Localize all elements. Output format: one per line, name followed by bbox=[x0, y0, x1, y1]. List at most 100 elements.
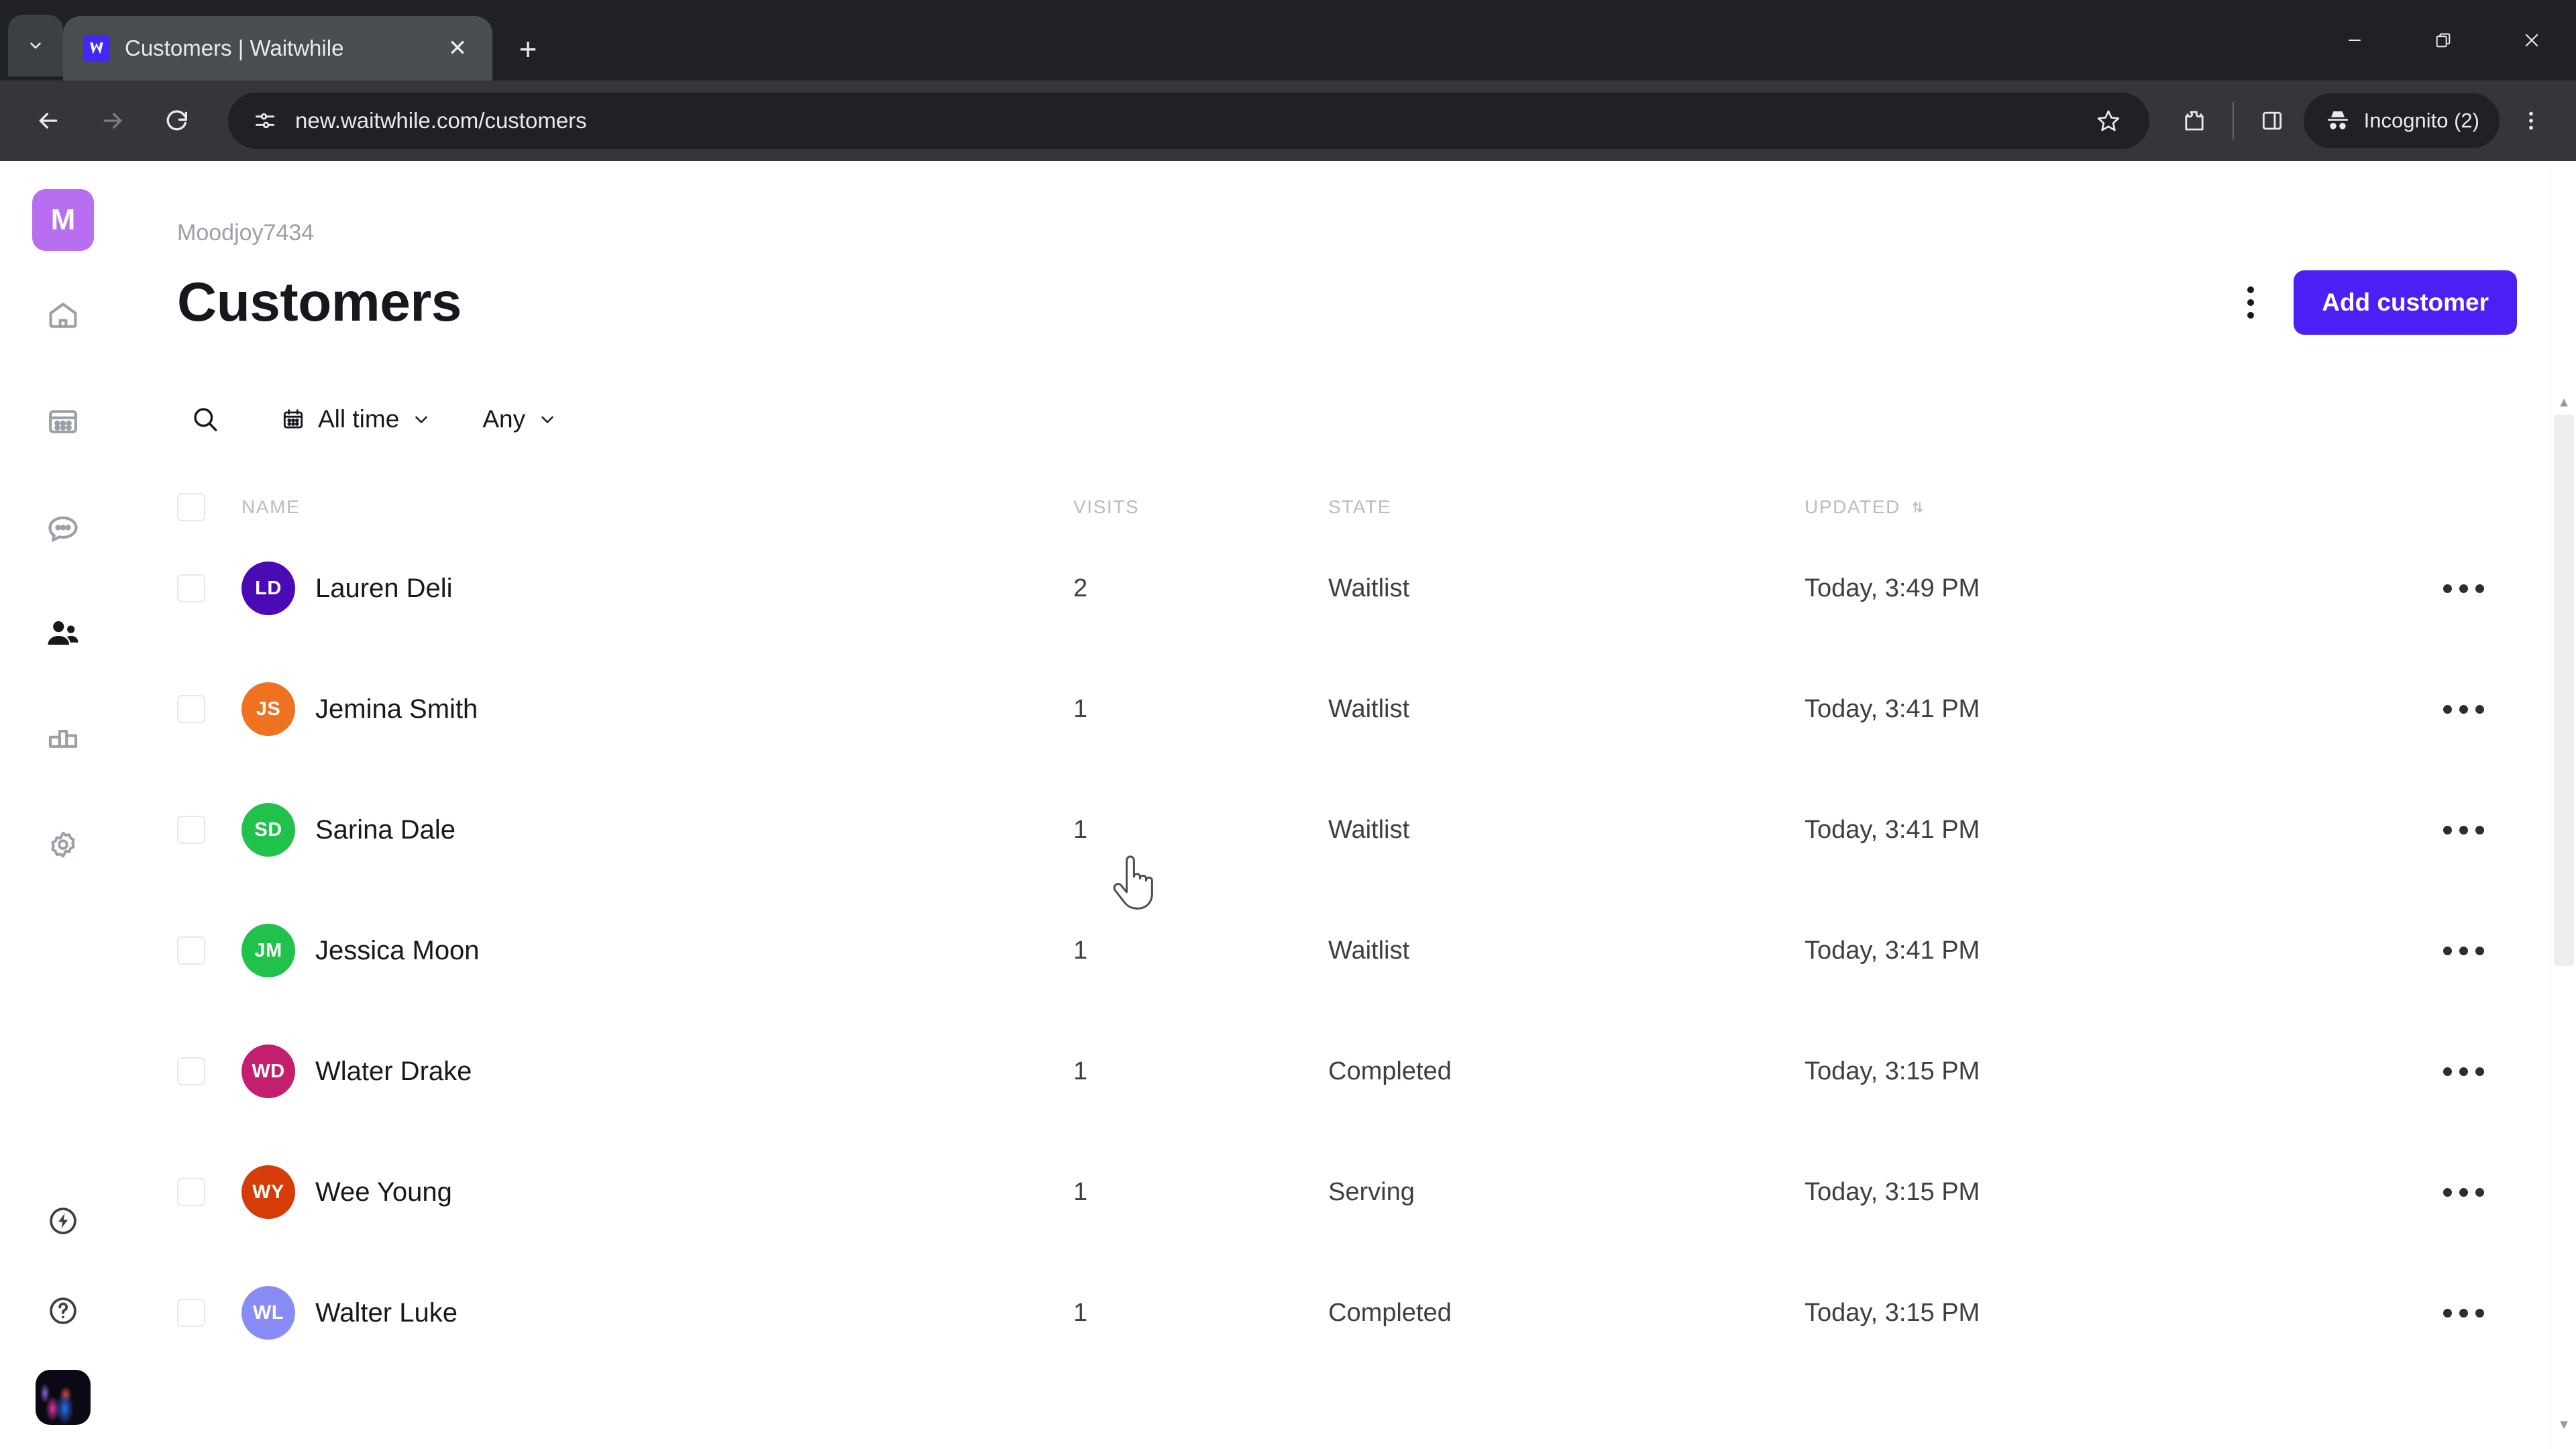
table-row[interactable]: WL Walter Luke 1 Completed Today, 3:15 PM bbox=[177, 1252, 2517, 1373]
side-panel-button[interactable] bbox=[2246, 95, 2298, 147]
page-scrollbar[interactable]: ▲ ▼ bbox=[2551, 161, 2576, 1449]
add-customer-button[interactable]: Add customer bbox=[2294, 270, 2517, 335]
customer-name-cell[interactable]: WY Wee Young bbox=[241, 1165, 1073, 1219]
workspace-logo[interactable]: M bbox=[32, 189, 94, 251]
customer-avatar: WD bbox=[241, 1044, 295, 1098]
row-select-cell bbox=[177, 816, 241, 844]
incognito-indicator[interactable]: Incognito (2) bbox=[2303, 93, 2500, 148]
customer-visits: 1 bbox=[1073, 815, 1088, 844]
table-row[interactable]: JM Jessica Moon 1 Waitlist Today, 3:41 PM bbox=[177, 890, 2517, 1011]
column-header-name[interactable]: Name bbox=[241, 496, 1073, 518]
user-avatar[interactable] bbox=[36, 1370, 91, 1425]
row-menu-icon bbox=[2443, 584, 2484, 593]
table-row[interactable]: JS Jemina Smith 1 Waitlist Today, 3:41 PM bbox=[177, 649, 2517, 769]
browser-tab[interactable]: Customers | Waitwhile ✕ bbox=[63, 16, 492, 80]
row-menu-button[interactable] bbox=[2410, 1067, 2517, 1076]
forward-button[interactable] bbox=[83, 91, 142, 150]
page-more-menu-button[interactable] bbox=[2222, 274, 2279, 331]
row-menu-button[interactable] bbox=[2410, 584, 2517, 593]
avatar-glow-blue bbox=[55, 1393, 74, 1425]
sidebar-bottom-group bbox=[32, 1190, 94, 1449]
customer-state: Completed bbox=[1328, 1298, 1452, 1327]
waitwhile-logo-icon bbox=[90, 42, 103, 54]
customer-updated: Today, 3:15 PM bbox=[1805, 1177, 1980, 1206]
search-button[interactable] bbox=[177, 391, 233, 447]
customer-name-cell[interactable]: JM Jessica Moon bbox=[241, 924, 1073, 977]
date-range-filter[interactable]: All time bbox=[271, 391, 441, 447]
back-arrow-icon bbox=[39, 113, 58, 129]
extensions-button[interactable] bbox=[2168, 95, 2220, 147]
page-content: M Moodjoy7434 Customers Add customer All… bbox=[0, 161, 2576, 1449]
row-checkbox[interactable] bbox=[177, 1057, 205, 1085]
state-filter[interactable]: Any bbox=[473, 391, 567, 447]
page-settings-icon[interactable] bbox=[252, 108, 278, 133]
sidebar-item-customers[interactable] bbox=[32, 602, 94, 664]
calendar-icon bbox=[283, 409, 303, 429]
sidebar-item-home[interactable] bbox=[32, 284, 94, 346]
row-checkbox[interactable] bbox=[177, 574, 205, 602]
customer-name: Jessica Moon bbox=[315, 935, 480, 965]
customer-updated: Today, 3:15 PM bbox=[1805, 1298, 1980, 1327]
close-tab-button[interactable]: ✕ bbox=[440, 31, 475, 66]
sidebar-item-settings[interactable] bbox=[32, 814, 94, 876]
toolbar-divider bbox=[2232, 102, 2234, 140]
address-bar[interactable]: new.waitwhile.com/customers bbox=[228, 93, 2149, 149]
date-range-filter-label: All time bbox=[318, 405, 400, 433]
row-checkbox[interactable] bbox=[177, 936, 205, 965]
row-checkbox[interactable] bbox=[177, 1299, 205, 1327]
scroll-down-arrow[interactable]: ▼ bbox=[2551, 1411, 2576, 1438]
column-header-updated[interactable]: Updated bbox=[1805, 496, 2410, 518]
customer-avatar: SD bbox=[241, 803, 295, 857]
back-button[interactable] bbox=[19, 91, 78, 150]
maximize-button[interactable] bbox=[2399, 0, 2487, 80]
table-row[interactable]: LD Lauren Deli 2 Waitlist Today, 3:49 PM bbox=[177, 528, 2517, 649]
sidebar-item-power[interactable] bbox=[32, 1190, 94, 1252]
browser-toolbar: new.waitwhile.com/customers Incognito (2… bbox=[0, 80, 2576, 161]
close-window-button[interactable] bbox=[2487, 0, 2576, 80]
bookmark-button[interactable] bbox=[2082, 95, 2135, 147]
sidebar-item-messages[interactable] bbox=[32, 496, 94, 558]
sidebar-item-analytics[interactable] bbox=[32, 708, 94, 770]
column-header-state[interactable]: State bbox=[1328, 496, 1805, 518]
row-checkbox[interactable] bbox=[177, 816, 205, 844]
minimize-button[interactable] bbox=[2310, 0, 2399, 80]
new-tab-button[interactable]: + bbox=[503, 24, 553, 74]
sidebar-item-schedule[interactable] bbox=[32, 390, 94, 452]
customer-visits: 1 bbox=[1073, 694, 1088, 723]
tab-title: Customers | Waitwhile bbox=[125, 36, 344, 60]
customer-name-cell[interactable]: WL Walter Luke bbox=[241, 1286, 1073, 1340]
table-header-row: Name Visits State Updated bbox=[177, 486, 2517, 528]
chrome-menu-button[interactable] bbox=[2505, 95, 2557, 147]
column-header-updated-label: Updated bbox=[1805, 496, 1900, 517]
customer-visits: 1 bbox=[1073, 1298, 1088, 1327]
row-menu-icon bbox=[2443, 946, 2484, 955]
row-menu-button[interactable] bbox=[2410, 704, 2517, 714]
row-menu-icon bbox=[2443, 1187, 2484, 1197]
scroll-up-arrow[interactable]: ▲ bbox=[2551, 389, 2576, 416]
omnibox-actions bbox=[2082, 95, 2135, 147]
table-row[interactable]: SD Sarina Dale 1 Waitlist Today, 3:41 PM bbox=[177, 769, 2517, 890]
sidebar-item-help[interactable] bbox=[32, 1280, 94, 1342]
row-menu-button[interactable] bbox=[2410, 946, 2517, 955]
customer-name-cell[interactable]: SD Sarina Dale bbox=[241, 803, 1073, 857]
reload-button[interactable] bbox=[148, 91, 207, 150]
row-checkbox[interactable] bbox=[177, 695, 205, 723]
row-checkbox[interactable] bbox=[177, 1178, 205, 1206]
row-menu-button[interactable] bbox=[2410, 1187, 2517, 1197]
tab-search-button[interactable] bbox=[8, 15, 63, 76]
table-row[interactable]: WY Wee Young 1 Serving Today, 3:15 PM bbox=[177, 1132, 2517, 1252]
table-row[interactable]: WD Wlater Drake 1 Completed Today, 3:15 PM bbox=[177, 1011, 2517, 1132]
row-menu-button[interactable] bbox=[2410, 825, 2517, 835]
customer-name-cell[interactable]: JS Jemina Smith bbox=[241, 682, 1073, 736]
chevron-down-icon bbox=[541, 416, 553, 423]
customer-name-cell[interactable]: LD Lauren Deli bbox=[241, 561, 1073, 615]
column-header-visits[interactable]: Visits bbox=[1073, 496, 1328, 518]
customer-state: Completed bbox=[1328, 1057, 1452, 1085]
row-menu-button[interactable] bbox=[2410, 1308, 2517, 1318]
calendar-icon bbox=[49, 410, 77, 433]
customer-name-cell[interactable]: WD Wlater Drake bbox=[241, 1044, 1073, 1098]
url-text[interactable]: new.waitwhile.com/customers bbox=[295, 108, 2065, 133]
kebab-dot bbox=[2247, 312, 2255, 319]
scrollbar-thumb[interactable] bbox=[2554, 415, 2574, 966]
select-all-checkbox[interactable] bbox=[177, 493, 205, 521]
